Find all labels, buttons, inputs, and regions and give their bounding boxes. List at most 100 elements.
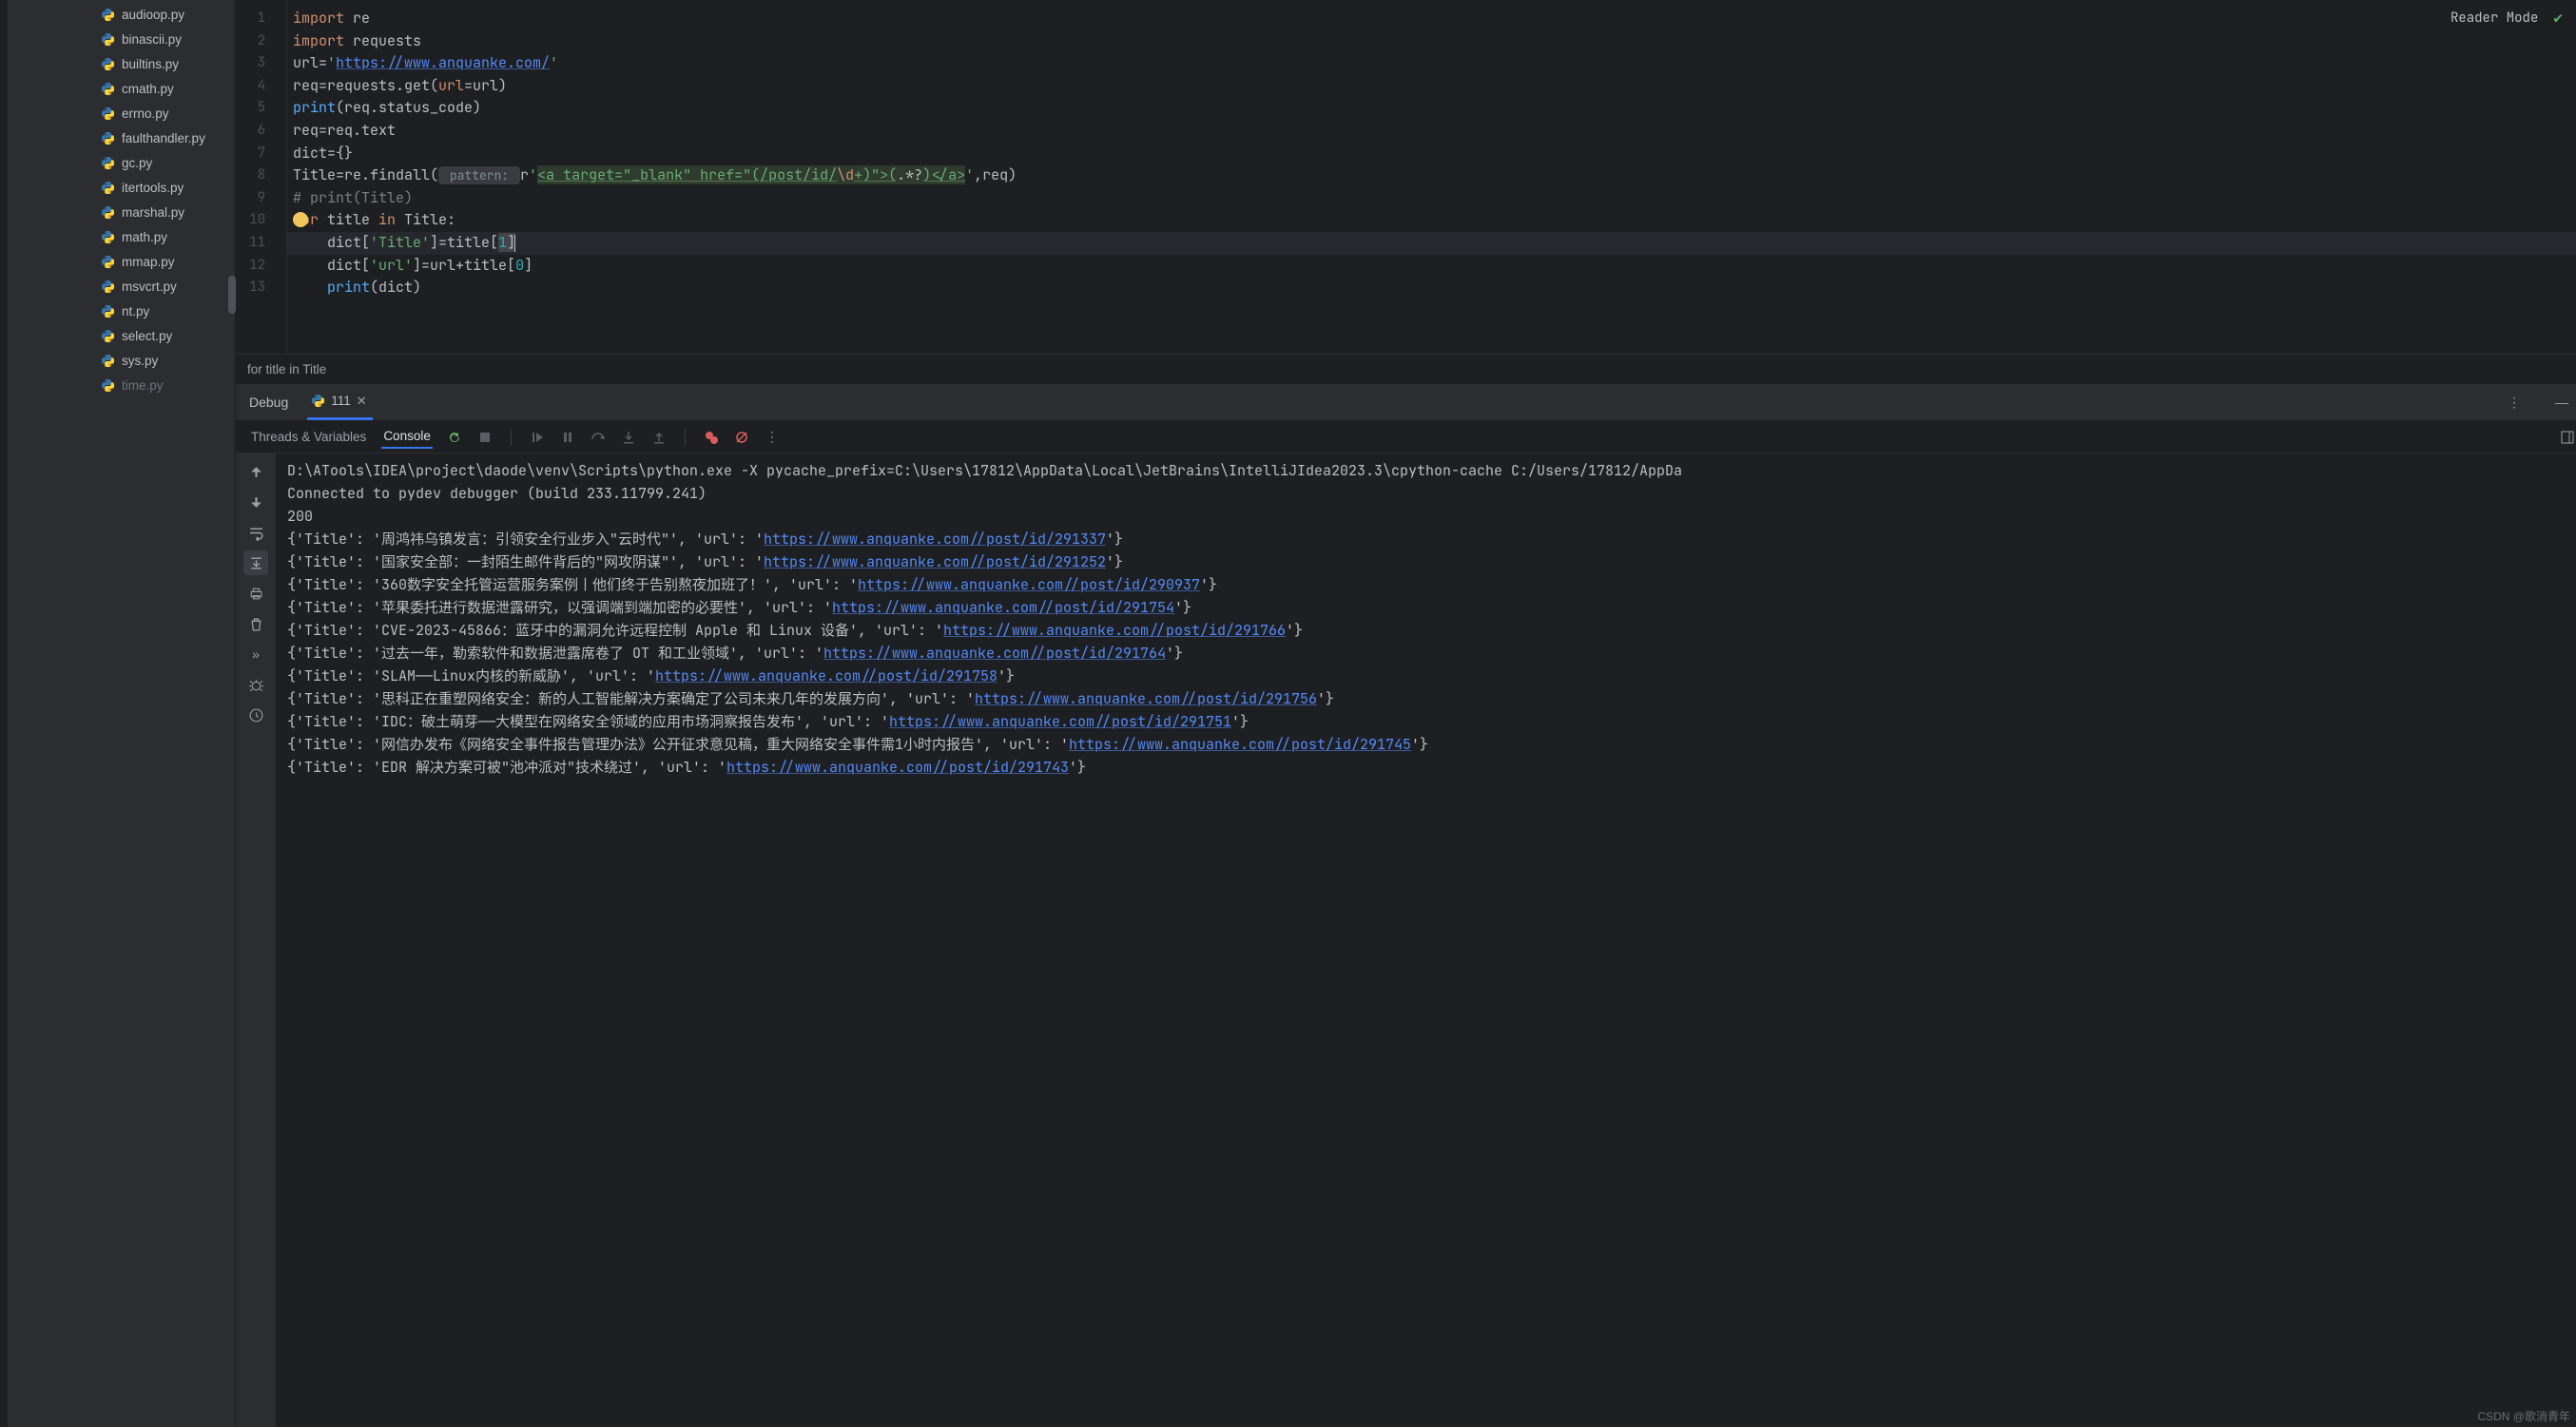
code-line[interactable]: req=requests.get(url=url) bbox=[287, 75, 2576, 98]
line-number[interactable]: 9 bbox=[236, 187, 286, 210]
step-out-icon[interactable] bbox=[650, 429, 668, 446]
url-literal[interactable]: https://www.anquanke.com/ bbox=[336, 53, 550, 72]
file-item[interactable]: msvcrt.py bbox=[8, 274, 235, 299]
show-more-icon[interactable]: » bbox=[243, 642, 268, 666]
function-call: print bbox=[293, 98, 336, 117]
debug-tool-window-title[interactable]: Debug bbox=[249, 395, 288, 410]
toolbar-more-icon[interactable]: ⋮ bbox=[764, 429, 781, 446]
step-into-icon[interactable] bbox=[620, 429, 637, 446]
code-line[interactable]: req=req.text bbox=[287, 120, 2576, 143]
console-url[interactable]: https://www.anquanke.com//post/id/291764 bbox=[823, 644, 1166, 663]
code-line[interactable]: Title=re.findall( pattern: r'<a target="… bbox=[287, 164, 2576, 187]
file-item[interactable]: cmath.py bbox=[8, 76, 235, 101]
file-item[interactable]: select.py bbox=[8, 323, 235, 348]
sidebar-scrollbar-thumb[interactable] bbox=[228, 276, 236, 314]
scroll-to-end-icon[interactable] bbox=[243, 550, 268, 575]
line-number[interactable]: 8 bbox=[236, 164, 286, 187]
line-number[interactable]: 11 bbox=[236, 232, 286, 255]
file-item[interactable]: math.py bbox=[8, 224, 235, 249]
code-line[interactable]: dict['Title']=title[1] bbox=[287, 232, 2576, 255]
console-url[interactable]: https://www.anquanke.com//post/id/291766 bbox=[943, 621, 1286, 640]
file-item[interactable]: binascii.py bbox=[8, 27, 235, 51]
resume-icon[interactable] bbox=[529, 429, 546, 446]
debug-bug-icon[interactable] bbox=[243, 672, 268, 697]
file-item[interactable]: marshal.py bbox=[8, 200, 235, 224]
close-tab-icon[interactable]: ✕ bbox=[357, 394, 367, 409]
keyword: in bbox=[378, 210, 396, 229]
code-line[interactable]: import requests bbox=[287, 30, 2576, 53]
string-quote: ' bbox=[550, 53, 558, 72]
file-item[interactable]: mmap.py bbox=[8, 249, 235, 274]
file-name: audioop.py bbox=[122, 8, 184, 22]
code-editor[interactable]: Reader Mode ✔ import re import requests … bbox=[287, 0, 2576, 354]
file-item[interactable]: faulthandler.py bbox=[8, 125, 235, 150]
line-number[interactable]: 6 bbox=[236, 120, 286, 143]
console-url[interactable]: https://www.anquanke.com//post/id/291758 bbox=[655, 666, 997, 685]
console-url[interactable]: https://www.anquanke.com//post/id/291252 bbox=[764, 552, 1106, 571]
console-url[interactable]: https://www.anquanke.com//post/id/291745 bbox=[1069, 735, 1411, 754]
print-icon[interactable] bbox=[243, 581, 268, 606]
console-url[interactable]: https://www.anquanke.com//post/id/291337 bbox=[764, 530, 1106, 549]
line-number[interactable]: 4 bbox=[236, 75, 286, 98]
file-item[interactable]: gc.py bbox=[8, 150, 235, 175]
code-line[interactable]: print(dict) bbox=[287, 277, 2576, 299]
debug-session-tab[interactable]: 111 ✕ bbox=[307, 384, 372, 420]
code-line[interactable]: import re bbox=[287, 8, 2576, 30]
line-number[interactable]: 13 bbox=[236, 277, 286, 299]
line-number[interactable]: 5 bbox=[236, 97, 286, 120]
soft-wrap-icon[interactable] bbox=[243, 520, 268, 545]
console-url[interactable]: https://www.anquanke.com//post/id/291743 bbox=[726, 758, 1069, 777]
minimize-icon[interactable]: — bbox=[2547, 395, 2576, 410]
console-tab[interactable]: Console bbox=[381, 425, 433, 449]
line-number[interactable]: 7 bbox=[236, 143, 286, 165]
line-number[interactable]: 10 bbox=[236, 209, 286, 232]
file-item[interactable]: sys.py bbox=[8, 348, 235, 373]
file-item[interactable]: builtins.py bbox=[8, 51, 235, 76]
file-item[interactable]: nt.py bbox=[8, 299, 235, 323]
code-line[interactable]: dict['url']=url+title[0] bbox=[287, 255, 2576, 278]
file-item[interactable]: errno.py bbox=[8, 101, 235, 125]
up-stack-icon[interactable] bbox=[243, 459, 268, 484]
file-item[interactable]: time.py bbox=[8, 373, 235, 397]
python-icon bbox=[101, 255, 115, 269]
rerun-icon[interactable] bbox=[446, 429, 463, 446]
more-icon[interactable]: ⋮ bbox=[2500, 395, 2528, 411]
pause-icon[interactable] bbox=[559, 429, 576, 446]
line-number[interactable]: 3 bbox=[236, 52, 286, 75]
code-line[interactable]: # print(Title) bbox=[287, 187, 2576, 210]
inspection-ok-icon[interactable]: ✔ bbox=[2553, 8, 2563, 28]
layout-settings-icon[interactable] bbox=[2559, 429, 2576, 446]
threads-variables-tab[interactable]: Threads & Variables bbox=[249, 426, 368, 448]
code-line[interactable]: url='https://www.anquanke.com/' bbox=[287, 52, 2576, 75]
stop-icon[interactable] bbox=[476, 429, 494, 446]
param-name: url bbox=[438, 76, 464, 95]
intention-bulb-icon[interactable] bbox=[293, 212, 308, 227]
reader-mode-label[interactable]: Reader Mode bbox=[2450, 10, 2538, 27]
console-url[interactable]: https://www.anquanke.com//post/id/290937 bbox=[858, 575, 1200, 594]
code-line[interactable]: for title in Title: bbox=[287, 209, 2576, 232]
line-number[interactable]: 12 bbox=[236, 255, 286, 278]
file-item[interactable]: itertools.py bbox=[8, 175, 235, 200]
console-url[interactable]: https://www.anquanke.com//post/id/291756 bbox=[975, 689, 1317, 708]
code-text: ,req) bbox=[974, 165, 1017, 184]
console-url[interactable]: https://www.anquanke.com//post/id/291751 bbox=[889, 712, 1231, 731]
line-number[interactable]: 2 bbox=[236, 30, 286, 53]
console-line: {'Title': '过去一年，勒索软件和数据泄露席卷了 OT 和工业领域', … bbox=[287, 642, 2566, 665]
view-breakpoints-icon[interactable] bbox=[703, 429, 720, 446]
console-output[interactable]: D:\ATools\IDEA\project\daode\venv\Script… bbox=[276, 453, 2576, 1427]
line-number[interactable]: 1 bbox=[236, 8, 286, 30]
breadcrumb-bar[interactable]: for title in Title bbox=[236, 354, 2576, 383]
code-line[interactable]: print(req.status_code) bbox=[287, 97, 2576, 120]
step-over-icon[interactable] bbox=[590, 429, 607, 446]
file-item[interactable]: audioop.py bbox=[8, 2, 235, 27]
python-icon bbox=[101, 8, 115, 22]
console-url[interactable]: https://www.anquanke.com//post/id/291754 bbox=[832, 598, 1174, 617]
indent bbox=[293, 233, 327, 252]
python-icon bbox=[311, 395, 325, 408]
mute-breakpoints-icon[interactable] bbox=[733, 429, 750, 446]
clear-icon[interactable] bbox=[243, 611, 268, 636]
code-line[interactable]: dict={} bbox=[287, 143, 2576, 165]
down-stack-icon[interactable] bbox=[243, 490, 268, 514]
history-icon[interactable] bbox=[243, 703, 268, 727]
code-text: title bbox=[319, 210, 378, 229]
